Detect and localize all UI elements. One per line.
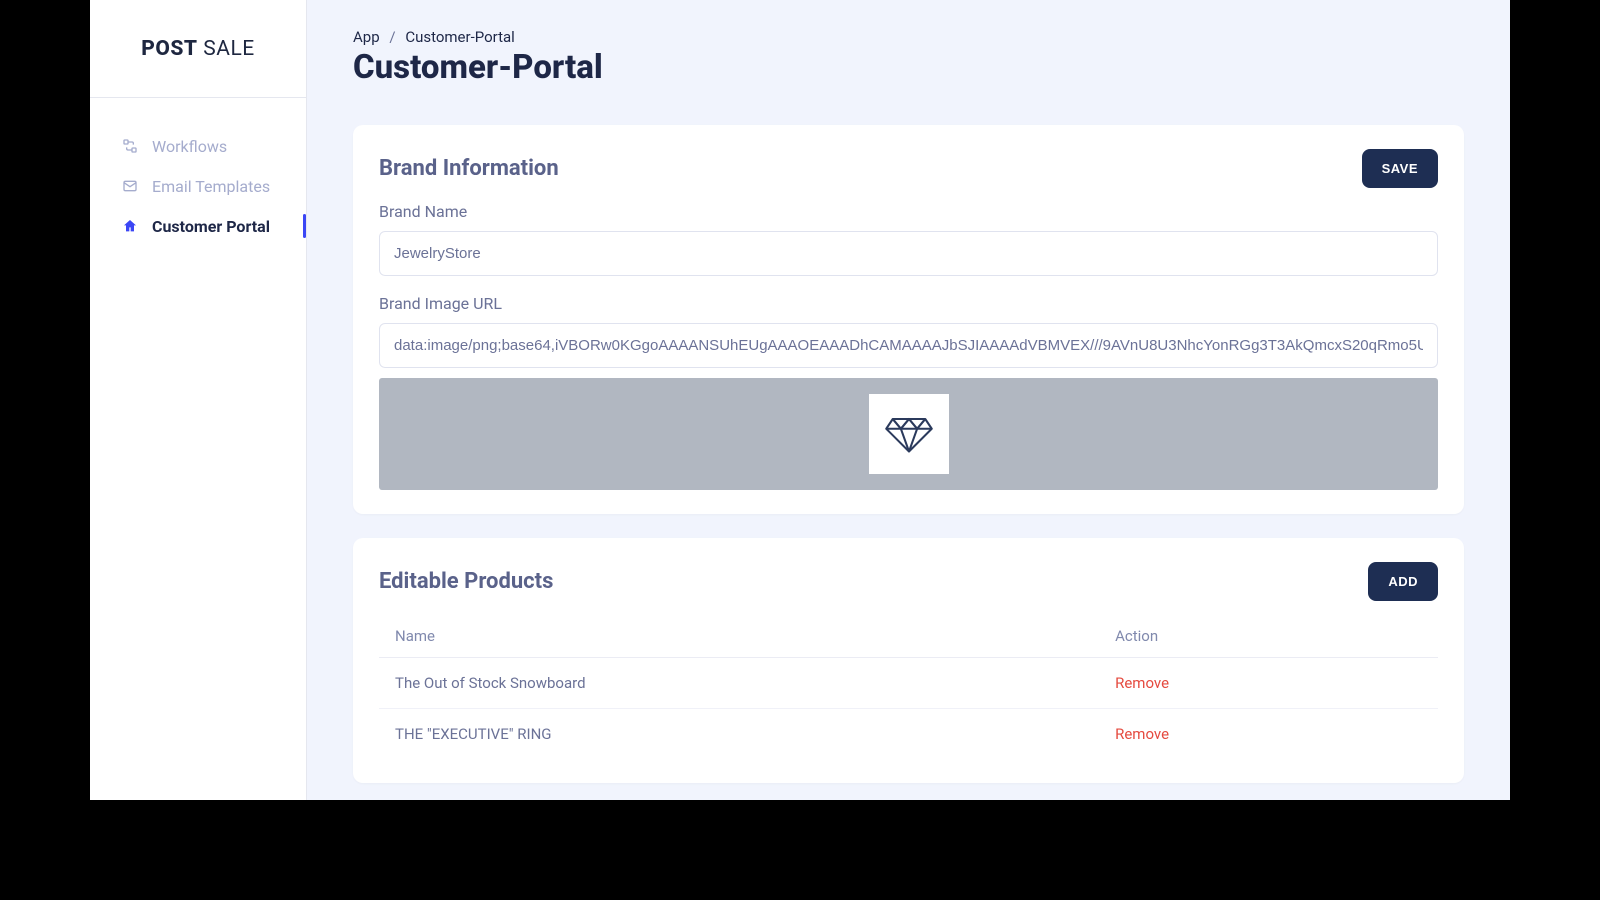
products-card-title: Editable Products xyxy=(379,569,553,594)
workflow-icon xyxy=(120,136,140,156)
sidebar-item-workflows[interactable]: Workflows xyxy=(90,126,306,166)
page-title: Customer-Portal xyxy=(353,48,1464,87)
sidebar-item-label: Email Templates xyxy=(152,177,270,196)
mail-icon xyxy=(120,176,140,196)
product-name-cell: The Out of Stock Snowboard xyxy=(379,658,1099,709)
breadcrumb-app[interactable]: App xyxy=(353,28,380,46)
breadcrumb-current: Customer-Portal xyxy=(405,28,515,46)
sidebar-item-label: Customer Portal xyxy=(152,217,270,236)
logo: POST SALE xyxy=(141,37,254,61)
sidebar-item-email-templates[interactable]: Email Templates xyxy=(90,166,306,206)
remove-link[interactable]: Remove xyxy=(1115,674,1169,692)
brand-card-header: Brand Information SAVE xyxy=(379,149,1438,188)
brand-image-url-input[interactable] xyxy=(379,323,1438,368)
remove-link[interactable]: Remove xyxy=(1115,725,1169,743)
editable-products-card: Editable Products ADD Name Action The Ou… xyxy=(353,538,1464,783)
products-table: Name Action The Out of Stock Snowboard R… xyxy=(379,615,1438,759)
logo-bold: POST xyxy=(141,37,197,61)
sidebar-item-label: Workflows xyxy=(152,137,227,156)
brand-image-preview xyxy=(379,378,1438,490)
logo-light: SALE xyxy=(198,37,255,61)
product-name-cell: THE "EXECUTIVE" RING xyxy=(379,709,1099,760)
brand-info-card: Brand Information SAVE Brand Name Brand … xyxy=(353,125,1464,514)
home-icon xyxy=(120,216,140,236)
brand-name-label: Brand Name xyxy=(379,202,1438,221)
main-content: App / Customer-Portal Customer-Portal Br… xyxy=(307,0,1510,800)
brand-card-title: Brand Information xyxy=(379,156,559,181)
add-button[interactable]: ADD xyxy=(1368,562,1438,601)
nav: Workflows Email Templates Customer Po xyxy=(90,98,306,246)
diamond-icon xyxy=(883,406,935,462)
breadcrumb: App / Customer-Portal xyxy=(353,28,1464,46)
sidebar-item-customer-portal[interactable]: Customer Portal xyxy=(90,206,306,246)
column-header-action: Action xyxy=(1099,615,1438,658)
sidebar: POST SALE Workflows xyxy=(90,0,307,800)
products-card-header: Editable Products ADD xyxy=(379,562,1438,601)
breadcrumb-separator: / xyxy=(389,28,395,46)
column-header-name: Name xyxy=(379,615,1099,658)
logo-area: POST SALE xyxy=(90,0,306,98)
save-button[interactable]: SAVE xyxy=(1362,149,1438,188)
brand-image-preview-inner xyxy=(869,394,949,474)
brand-image-url-label: Brand Image URL xyxy=(379,294,1438,313)
table-row: THE "EXECUTIVE" RING Remove xyxy=(379,709,1438,760)
table-row: The Out of Stock Snowboard Remove xyxy=(379,658,1438,709)
brand-name-input[interactable] xyxy=(379,231,1438,276)
